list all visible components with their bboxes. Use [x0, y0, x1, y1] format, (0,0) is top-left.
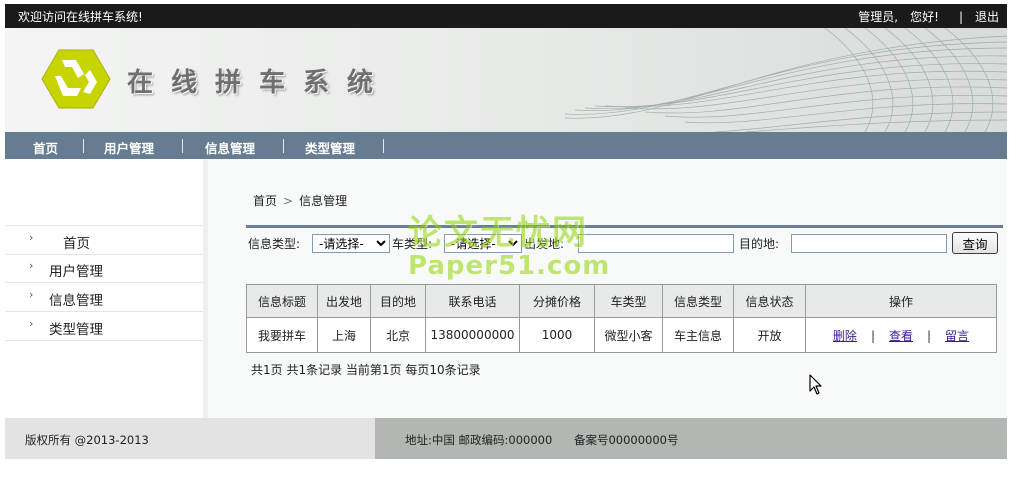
- footer-info: 地址:中国 邮政编码:000000 备案号00000000号: [405, 432, 689, 448]
- column-header: 分摊价格: [519, 284, 595, 318]
- filter-form: 信息类型: -请选择- 车类型: -请选择- 出发地: 目的地: 查询: [246, 232, 1006, 254]
- main-nav: 首页 用户管理 信息管理 类型管理: [5, 132, 1007, 159]
- table-header-row: 信息标题 出发地 目的地 联系电话 分摊价格 车类型 信息类型 信息状态 操作: [246, 284, 997, 318]
- cell-car-type: 微型小客: [594, 317, 663, 353]
- sidebar-item-label: 首页: [63, 236, 90, 252]
- chevron-right-icon: ›: [29, 259, 34, 272]
- column-header: 出发地: [317, 284, 371, 318]
- destination-input[interactable]: [791, 234, 947, 253]
- breadcrumb-current: 信息管理: [299, 194, 348, 208]
- chevron-right-icon: ›: [29, 288, 34, 301]
- sidebar-item-type-management[interactable]: › 类型管理: [5, 312, 203, 341]
- logout-link[interactable]: 退出: [975, 10, 999, 24]
- query-button[interactable]: 查询: [952, 232, 998, 254]
- pagination-info: 共1页 共1条记录 当前第1页 每页10条记录: [251, 363, 481, 377]
- message-link[interactable]: 留言: [945, 329, 969, 343]
- cell-phone: 13800000000: [425, 317, 520, 353]
- nav-separator: [83, 139, 84, 153]
- action-separator: |: [927, 328, 932, 343]
- delete-link[interactable]: 删除: [833, 329, 857, 343]
- column-header: 联系电话: [425, 284, 520, 318]
- column-header: 信息类型: [662, 284, 734, 318]
- breadcrumb-separator-icon: >: [283, 194, 294, 208]
- info-type-label: 信息类型:: [248, 237, 301, 251]
- site-title: 在线拼车系统: [127, 68, 392, 98]
- record-number: 备案号00000000号: [573, 433, 679, 447]
- user-area: 管理员, 您好! | 退出: [846, 8, 999, 25]
- action-separator: |: [870, 328, 875, 343]
- welcome-text: 欢迎访问在线拼车系统!: [18, 10, 143, 24]
- top-bar: 欢迎访问在线拼车系统! 管理员, 您好! | 退出: [5, 4, 1007, 28]
- column-header: 操作: [805, 284, 997, 318]
- breadcrumb: 首页 > 信息管理: [253, 192, 347, 209]
- table-row: 我要拼车 上海 北京 13800000000 1000 微型小客 车主信息 开放…: [246, 317, 997, 353]
- sidebar: › 首页 › 用户管理 › 信息管理 › 类型管理: [5, 159, 205, 418]
- nav-item-home[interactable]: 首页: [33, 138, 58, 157]
- logo-icon: [41, 49, 111, 109]
- chevron-right-icon: ›: [29, 231, 34, 244]
- sidebar-item-home[interactable]: › 首页: [5, 225, 203, 255]
- column-header: 信息状态: [733, 284, 806, 318]
- watermark-text: 论文无忧网: [408, 213, 588, 253]
- cell-price: 1000: [519, 317, 595, 353]
- user-role-label: 管理员,: [858, 10, 899, 24]
- sidebar-item-user-management[interactable]: › 用户管理: [5, 254, 203, 283]
- column-header: 车类型: [594, 284, 663, 318]
- sidebar-item-info-management[interactable]: › 信息管理: [5, 283, 203, 312]
- cell-origin: 上海: [317, 317, 371, 353]
- chevron-right-icon: ›: [29, 317, 34, 330]
- cell-destination: 北京: [370, 317, 426, 353]
- decorative-waves: [565, 28, 1007, 132]
- nav-separator: [182, 139, 183, 153]
- sidebar-item-label: 用户管理: [49, 264, 103, 280]
- address-text: 地址:中国 邮政编码:000000: [405, 433, 553, 447]
- nav-separator: [383, 139, 384, 153]
- copyright-text: 版权所有 @2013-2013: [25, 433, 149, 447]
- section-rule: [246, 225, 1003, 228]
- topbar-separator: |: [958, 10, 963, 24]
- column-header: 信息标题: [246, 284, 318, 318]
- nav-item-type-management[interactable]: 类型管理: [305, 138, 355, 157]
- watermark-url: Paper51.com: [408, 251, 611, 281]
- info-table: 信息标题 出发地 目的地 联系电话 分摊价格 车类型 信息类型 信息状态 操作 …: [246, 284, 997, 353]
- cell-title: 我要拼车: [246, 317, 318, 353]
- nav-item-user-management[interactable]: 用户管理: [104, 138, 154, 157]
- cell-status: 开放: [733, 317, 806, 353]
- greeting-text: 您好!: [910, 10, 939, 24]
- destination-label: 目的地:: [739, 237, 780, 251]
- cell-actions: 删除 | 查看 | 留言: [805, 317, 997, 353]
- nav-item-info-management[interactable]: 信息管理: [205, 138, 255, 157]
- column-header: 目的地: [370, 284, 426, 318]
- cell-info-type: 车主信息: [662, 317, 734, 353]
- sidebar-item-label: 信息管理: [49, 293, 103, 309]
- view-link[interactable]: 查看: [889, 329, 913, 343]
- mouse-cursor-icon: [809, 374, 822, 395]
- info-type-select[interactable]: -请选择-: [312, 234, 390, 253]
- breadcrumb-home[interactable]: 首页: [253, 194, 277, 208]
- banner: 在线拼车系统: [5, 28, 1007, 132]
- nav-separator: [283, 139, 284, 153]
- sidebar-item-label: 类型管理: [49, 322, 103, 338]
